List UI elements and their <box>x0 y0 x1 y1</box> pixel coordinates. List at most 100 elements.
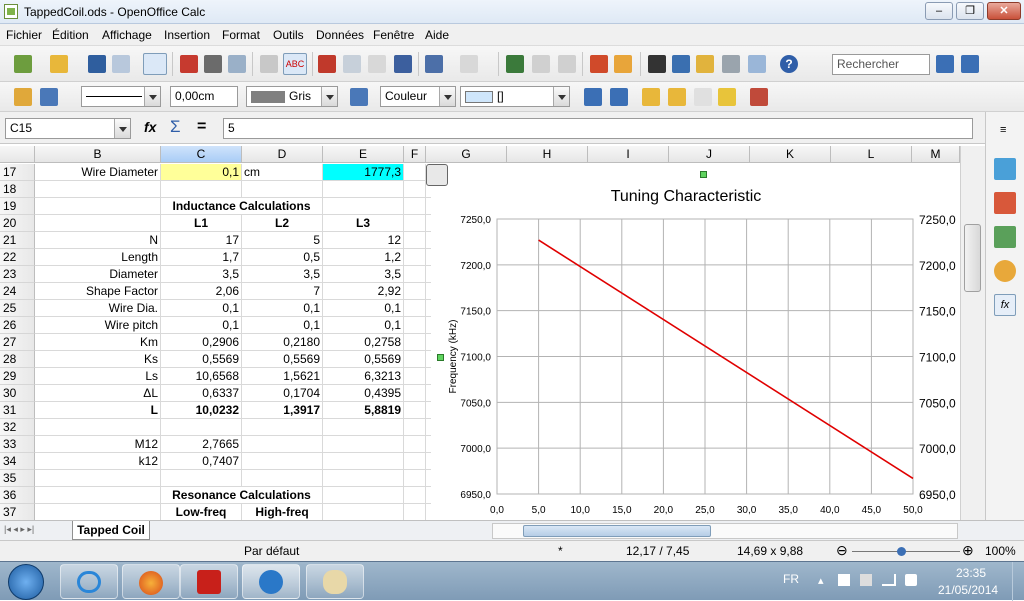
menu-fichier[interactable]: Fichier <box>6 28 42 42</box>
cell-d[interactable]: cm <box>242 164 323 181</box>
cell-b[interactable]: Diameter <box>35 266 161 283</box>
minimize-button[interactable]: – <box>925 2 953 20</box>
sheet-tab-tapped-coil[interactable]: Tapped Coil <box>72 521 150 540</box>
formula-input[interactable]: 5 <box>223 118 973 139</box>
row-header[interactable]: 18 <box>0 181 35 198</box>
cell-c[interactable]: 0,2906 <box>161 334 242 351</box>
find-replace-icon[interactable] <box>648 55 666 73</box>
cell-e[interactable]: 0,1 <box>323 317 404 334</box>
cell-e[interactable]: 3,5 <box>323 266 404 283</box>
language-indicator[interactable]: FR <box>783 572 799 586</box>
cell-c[interactable]: 17 <box>161 232 242 249</box>
to-background-icon[interactable] <box>694 88 712 106</box>
cell-e[interactable]: 0,2758 <box>323 334 404 351</box>
col-header-j[interactable]: J <box>669 146 750 163</box>
cell-f[interactable] <box>404 419 426 436</box>
cell-f[interactable] <box>404 385 426 402</box>
row-header[interactable]: 33 <box>0 436 35 453</box>
col-header-h[interactable]: H <box>507 146 588 163</box>
navigator-icon[interactable] <box>672 55 690 73</box>
find-next-icon[interactable] <box>936 55 954 73</box>
undo-icon[interactable] <box>425 55 443 73</box>
cell-b[interactable] <box>35 419 161 436</box>
cell-f[interactable] <box>404 504 426 520</box>
draw-functions-icon[interactable] <box>614 55 632 73</box>
cell-f[interactable] <box>404 232 426 249</box>
vertical-scrollbar[interactable] <box>960 146 985 520</box>
cell-f[interactable] <box>404 487 426 504</box>
cell-f[interactable] <box>404 266 426 283</box>
cell-d[interactable] <box>242 419 323 436</box>
group-icon[interactable] <box>750 88 768 106</box>
export-pdf-icon[interactable] <box>180 55 198 73</box>
row-header[interactable]: 21 <box>0 232 35 249</box>
cut-icon[interactable] <box>318 55 336 73</box>
row-header[interactable]: 24 <box>0 283 35 300</box>
alignment-icon[interactable] <box>718 88 736 106</box>
copy-icon[interactable] <box>343 55 361 73</box>
cell-e[interactable]: 0,5569 <box>323 351 404 368</box>
zoom-level[interactable]: 100% <box>985 544 1016 558</box>
close-button[interactable]: ✕ <box>987 2 1021 20</box>
cell-b[interactable]: Km <box>35 334 161 351</box>
cell-b[interactable]: Wire pitch <box>35 317 161 334</box>
menu-fenetre[interactable]: Fenêtre <box>373 28 414 42</box>
cell-c[interactable] <box>161 470 242 487</box>
selection-handle[interactable] <box>437 354 444 361</box>
cell-b[interactable]: Shape Factor <box>35 283 161 300</box>
cell-b[interactable]: Ls <box>35 368 161 385</box>
row-header[interactable]: 19 <box>0 198 35 215</box>
device-icon[interactable] <box>860 574 872 586</box>
cell-c[interactable]: 1,7 <box>161 249 242 266</box>
insert-chart-icon[interactable] <box>590 55 608 73</box>
col-header-b[interactable]: B <box>35 146 161 163</box>
cell-f[interactable] <box>404 181 426 198</box>
find-previous-icon[interactable] <box>961 55 979 73</box>
cell-b[interactable]: N <box>35 232 161 249</box>
function-wizard-icon[interactable]: fx <box>144 119 156 135</box>
area-fill-icon[interactable] <box>350 88 368 106</box>
save-icon[interactable] <box>88 55 106 73</box>
cell-f[interactable] <box>404 351 426 368</box>
cell-d[interactable]: 0,1704 <box>242 385 323 402</box>
cell-e[interactable]: 2,92 <box>323 283 404 300</box>
row-header[interactable]: 34 <box>0 453 35 470</box>
cell-b[interactable]: k12 <box>35 453 161 470</box>
cell-b[interactable]: L <box>35 402 161 419</box>
cell-e[interactable] <box>323 487 404 504</box>
show-desktop-button[interactable] <box>1012 562 1024 601</box>
row-header[interactable]: 22 <box>0 249 35 266</box>
chart-handle-icon[interactable] <box>426 164 448 186</box>
cell-c[interactable] <box>161 181 242 198</box>
cell-e[interactable] <box>323 436 404 453</box>
print-icon[interactable] <box>204 55 222 73</box>
taskbar-firefox[interactable] <box>122 564 180 599</box>
cell-b[interactable] <box>35 181 161 198</box>
menu-donnees[interactable]: Données <box>316 28 364 42</box>
redo-icon[interactable] <box>460 55 478 73</box>
cell-f[interactable] <box>404 402 426 419</box>
format-paintbrush-icon[interactable] <box>394 55 412 73</box>
cell-e[interactable]: 0,4395 <box>323 385 404 402</box>
cell-e[interactable]: 5,8819 <box>323 402 404 419</box>
gallery-icon[interactable] <box>696 55 714 73</box>
row-header[interactable]: 37 <box>0 504 35 520</box>
data-sources-icon[interactable] <box>722 55 740 73</box>
col-header-m[interactable]: M <box>912 146 960 163</box>
cell-f[interactable] <box>404 317 426 334</box>
row-header[interactable]: 36 <box>0 487 35 504</box>
cell-b[interactable] <box>35 470 161 487</box>
cell-e[interactable]: 6,3213 <box>323 368 404 385</box>
cell-d[interactable]: L2 <box>242 215 323 232</box>
cell-f[interactable] <box>404 436 426 453</box>
col-header-g[interactable]: G <box>426 146 507 163</box>
line-color-select[interactable]: Gris <box>246 86 338 107</box>
col-header-e[interactable]: E <box>323 146 404 163</box>
cell-f[interactable] <box>404 198 426 215</box>
menu-insertion[interactable]: Insertion <box>164 28 210 42</box>
print-preview-icon[interactable] <box>228 55 246 73</box>
sidebar-menu-icon[interactable]: ≡ <box>1000 124 1006 136</box>
sidebar-navigator-icon[interactable] <box>994 260 1016 282</box>
row-header[interactable]: 27 <box>0 334 35 351</box>
start-button[interactable] <box>8 564 44 600</box>
